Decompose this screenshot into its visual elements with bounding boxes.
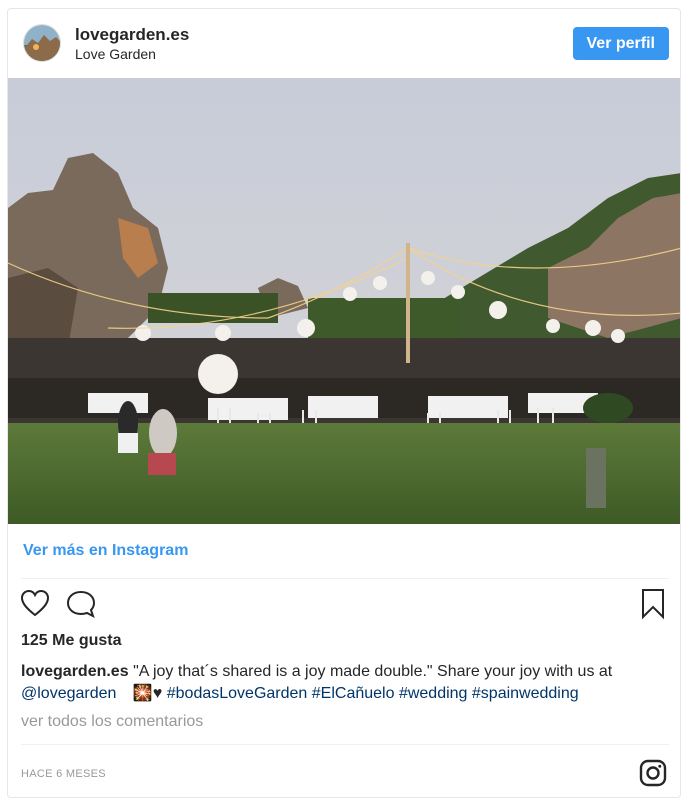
view-more-on-instagram-link[interactable]: Ver más en Instagram [23, 542, 188, 560]
bookmark-icon[interactable] [640, 588, 666, 625]
wedding-garden-image [8, 78, 680, 524]
full-name: Love Garden [75, 46, 156, 62]
post-header: lovegarden.es Love Garden Ver perfil [8, 9, 680, 77]
divider [21, 744, 669, 745]
post-timestamp[interactable]: HACE 6 MESES [21, 768, 106, 780]
caption-username[interactable]: lovegarden.es [21, 663, 129, 680]
username[interactable]: lovegarden.es [75, 25, 189, 45]
avatar[interactable] [23, 24, 61, 62]
hashtag-link[interactable]: #wedding [399, 685, 468, 702]
hashtag-link[interactable]: #ElCañuelo [312, 685, 395, 702]
hashtag-link[interactable]: #spainwedding [472, 685, 579, 702]
instagram-icon[interactable] [639, 759, 667, 792]
instagram-embed-card: lovegarden.es Love Garden Ver perfil Ver… [7, 8, 681, 798]
caption-emoji: 🎇♥ [132, 685, 163, 702]
view-all-comments-link[interactable]: ver todos los comentarios [21, 713, 203, 731]
heart-icon[interactable] [20, 589, 50, 622]
comment-icon[interactable] [65, 589, 97, 624]
caption-text: "A joy that´s shared is a joy made doubl… [133, 663, 613, 680]
hashtag-link[interactable]: #bodasLoveGarden [167, 685, 308, 702]
mention-link[interactable]: @lovegarden [21, 685, 116, 702]
view-profile-button[interactable]: Ver perfil [572, 27, 669, 60]
post-photo[interactable] [8, 78, 680, 524]
divider [21, 578, 669, 579]
post-caption: lovegarden.es "A joy that´s shared is a … [21, 661, 671, 705]
likes-count[interactable]: 125 Me gusta [21, 632, 121, 650]
avatar-image [24, 25, 60, 61]
